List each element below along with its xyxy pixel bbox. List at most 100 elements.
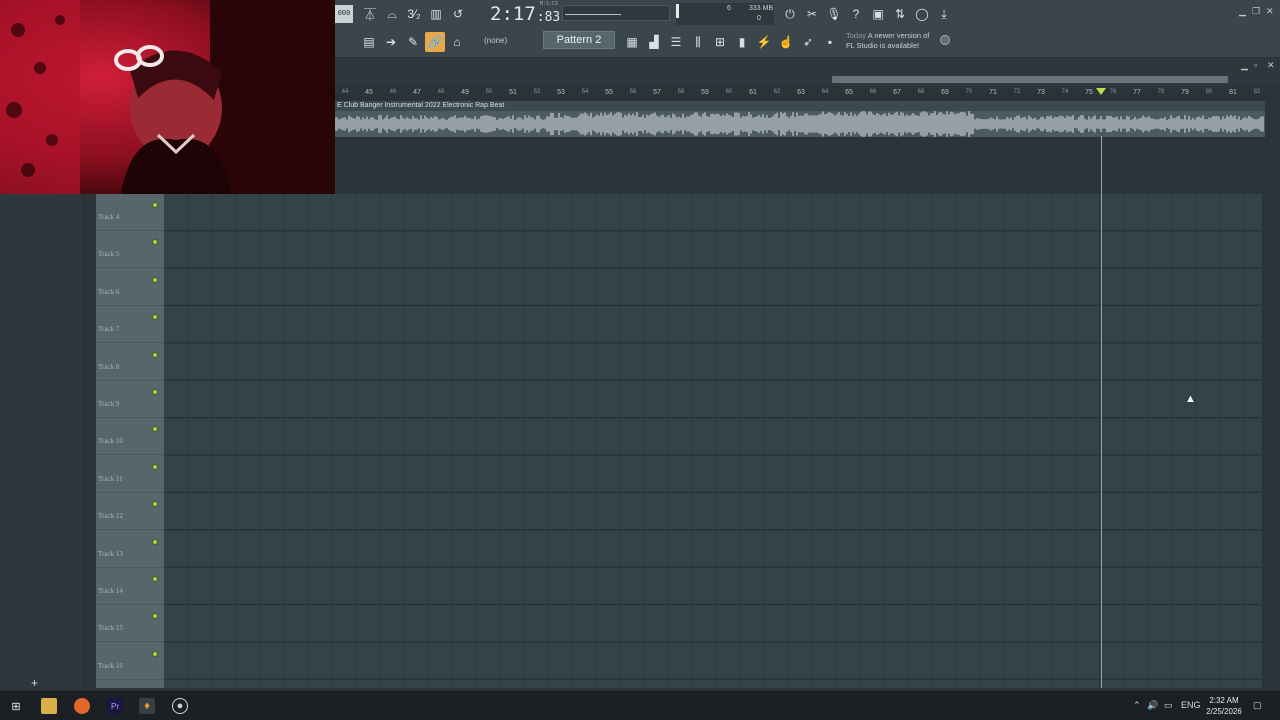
brush-icon[interactable]: ✎: [403, 32, 423, 52]
ruler-bar-number: 73: [1037, 89, 1045, 96]
notifications-icon[interactable]: ▢: [1253, 700, 1262, 711]
piano-icon[interactable]: ▤: [359, 32, 379, 52]
countdown-icon[interactable]: 3⁄₂: [404, 4, 424, 24]
microphone-icon[interactable]: 🎙: [824, 4, 844, 24]
store-icon[interactable]: ▪: [820, 32, 840, 52]
ruler-bar-number: 65: [845, 89, 853, 96]
file-explorer-icon[interactable]: [41, 698, 57, 714]
track-header[interactable]: Track 11: [96, 456, 164, 493]
touch-icon[interactable]: ☝: [776, 32, 796, 52]
track-mute-indicator-icon[interactable]: [152, 463, 158, 470]
track-header[interactable]: Track 9: [96, 381, 164, 418]
chat-icon[interactable]: ◯: [912, 4, 932, 24]
ruler-bar-number: 60: [725, 89, 733, 95]
cut-icon[interactable]: ✂: [802, 4, 822, 24]
track-mute-indicator-icon[interactable]: [152, 650, 158, 657]
playlist-icon[interactable]: ▦: [622, 32, 642, 52]
mixer-window-icon[interactable]: ⫼: [688, 32, 708, 52]
track-mute-indicator-icon[interactable]: [152, 389, 158, 395]
step-edit-icon[interactable]: ▥: [426, 4, 446, 24]
track-header[interactable]: Track 7: [96, 306, 164, 344]
ruler-bar-number: 77: [1133, 89, 1141, 96]
arrow-icon[interactable]: ➔: [381, 32, 401, 52]
master-pitch-slider[interactable]: [562, 5, 670, 21]
minimize-icon[interactable]: ▁: [1239, 6, 1246, 17]
track-header[interactable]: Track 14: [96, 568, 164, 605]
premiere-pro-icon[interactable]: Pr: [107, 698, 123, 714]
save-icon[interactable]: ▣: [868, 4, 888, 24]
metronome-icon[interactable]: ⏄: [360, 4, 380, 24]
fl-studio-window: 000 ⏄ ⌓ 3⁄₂ ▥ ↺ 2:17:83 M:S:CS 6 333 MB …: [0, 0, 1280, 720]
reset-icon[interactable]: ⏻: [780, 4, 800, 24]
track-mute-indicator-icon[interactable]: [152, 314, 158, 321]
track-name: Track 5: [98, 250, 120, 259]
maximize-icon[interactable]: ❐: [1252, 6, 1260, 17]
track-mute-indicator-icon[interactable]: [152, 613, 158, 620]
horizontal-scrollbar[interactable]: [832, 76, 1228, 83]
toolbar-row-2-windows: ▦ ▟ ☰ ⫼ ⊞ ▮ ⚡ ☝ ➶ ▪: [621, 28, 841, 56]
track-mute-indicator-icon[interactable]: [152, 576, 158, 582]
tempo-display[interactable]: 000: [335, 5, 353, 23]
audio-clip-waveform[interactable]: [334, 111, 1265, 137]
cpu-bar: [676, 4, 679, 18]
track-mute-indicator-icon[interactable]: [152, 426, 158, 433]
timeline-ruler[interactable]: 44 45 46 47 48 49 50 51 52 53 54 55 56 57 58 59 60 61 62 63…: [335, 88, 1265, 100]
toolbar-row-1-right: ⏻ ✂ 🎙 ? ▣ ⇅ ◯ ⤓: [779, 0, 955, 28]
track-header[interactable]: Track 13: [96, 531, 164, 568]
fl-studio-icon[interactable]: ♦: [139, 698, 155, 714]
track-header[interactable]: Track 12: [96, 493, 164, 531]
track-name: Track 11: [98, 474, 123, 483]
help-icon[interactable]: ?: [846, 4, 866, 24]
playlist-close-icon[interactable]: ✕: [1267, 60, 1275, 71]
ruler-bar-number: 82: [1253, 89, 1261, 95]
channel-rack-icon[interactable]: ☰: [666, 32, 686, 52]
volume-icon[interactable]: 🔊: [1147, 700, 1158, 711]
pattern-selector[interactable]: (none): [484, 32, 528, 48]
track-mute-indicator-icon[interactable]: [152, 501, 158, 508]
playhead-marker-icon[interactable]: [1096, 88, 1106, 95]
pattern-picker[interactable]: Pattern 2: [543, 31, 615, 49]
download-icon[interactable]: ⤓: [934, 4, 954, 24]
network-icon[interactable]: ▭: [1164, 700, 1173, 711]
playlist-minimize-icon[interactable]: ▁: [1241, 60, 1248, 71]
playlist-maximize-icon[interactable]: ▫: [1254, 60, 1257, 70]
firefox-icon[interactable]: [74, 698, 90, 714]
track-header[interactable]: Track 8: [96, 344, 164, 381]
track-header[interactable]: Track 6: [96, 269, 164, 306]
plug-icon[interactable]: ⚡: [754, 32, 774, 52]
track-mute-indicator-icon[interactable]: [152, 202, 158, 208]
wait-for-input-icon[interactable]: ⌓: [382, 4, 402, 24]
globe-icon[interactable]: [940, 35, 950, 45]
ruler-bar-number: 57: [653, 89, 661, 96]
song-time-display[interactable]: 2:17:83 M:S:CS: [490, 1, 560, 25]
windows-start-icon[interactable]: ⊞: [8, 698, 24, 714]
browser-icon[interactable]: ▮: [732, 32, 752, 52]
track-header[interactable]: Track 5: [96, 231, 164, 269]
track-header[interactable]: Track 16: [96, 643, 164, 680]
link-icon[interactable]: 🔗: [425, 32, 445, 52]
track-mute-indicator-icon[interactable]: [152, 239, 158, 246]
stamp-icon[interactable]: ⌂: [447, 32, 467, 52]
mixer-icon[interactable]: ⇅: [890, 4, 910, 24]
add-track-icon[interactable]: +: [31, 676, 38, 690]
track-header[interactable]: Track 4: [96, 194, 164, 231]
plugin-picker-icon[interactable]: ⊞: [710, 32, 730, 52]
track-header[interactable]: Track 15: [96, 605, 164, 643]
track-mute-indicator-icon[interactable]: [152, 351, 158, 358]
ruler-bar-number: 53: [557, 89, 565, 96]
news-panel[interactable]: Today A newer version of FL Studio is av…: [846, 31, 940, 53]
piano-roll-icon[interactable]: ▟: [644, 32, 664, 52]
vertical-scrollbar[interactable]: [1262, 138, 1280, 690]
tray-chevron-icon[interactable]: ⌃: [1133, 700, 1141, 711]
stream-icon[interactable]: ➶: [798, 32, 818, 52]
loop-record-icon[interactable]: ↺: [448, 4, 468, 24]
arrangement-grid[interactable]: [164, 194, 1262, 688]
track-mute-indicator-icon[interactable]: [152, 276, 158, 283]
obs-icon[interactable]: ●: [172, 698, 188, 714]
windows-taskbar: ⊞ Pr ♦ ● ⌃ 🔊 ▭ ENG 2:32 AM 2/25/2026 ▢: [0, 690, 1280, 720]
taskbar-clock[interactable]: 2:32 AM 2/25/2026: [1196, 695, 1252, 717]
track-name: Track 16: [98, 661, 123, 670]
close-icon[interactable]: ✕: [1266, 6, 1274, 17]
track-header[interactable]: Track 10: [96, 418, 164, 456]
track-mute-indicator-icon[interactable]: [152, 538, 158, 545]
